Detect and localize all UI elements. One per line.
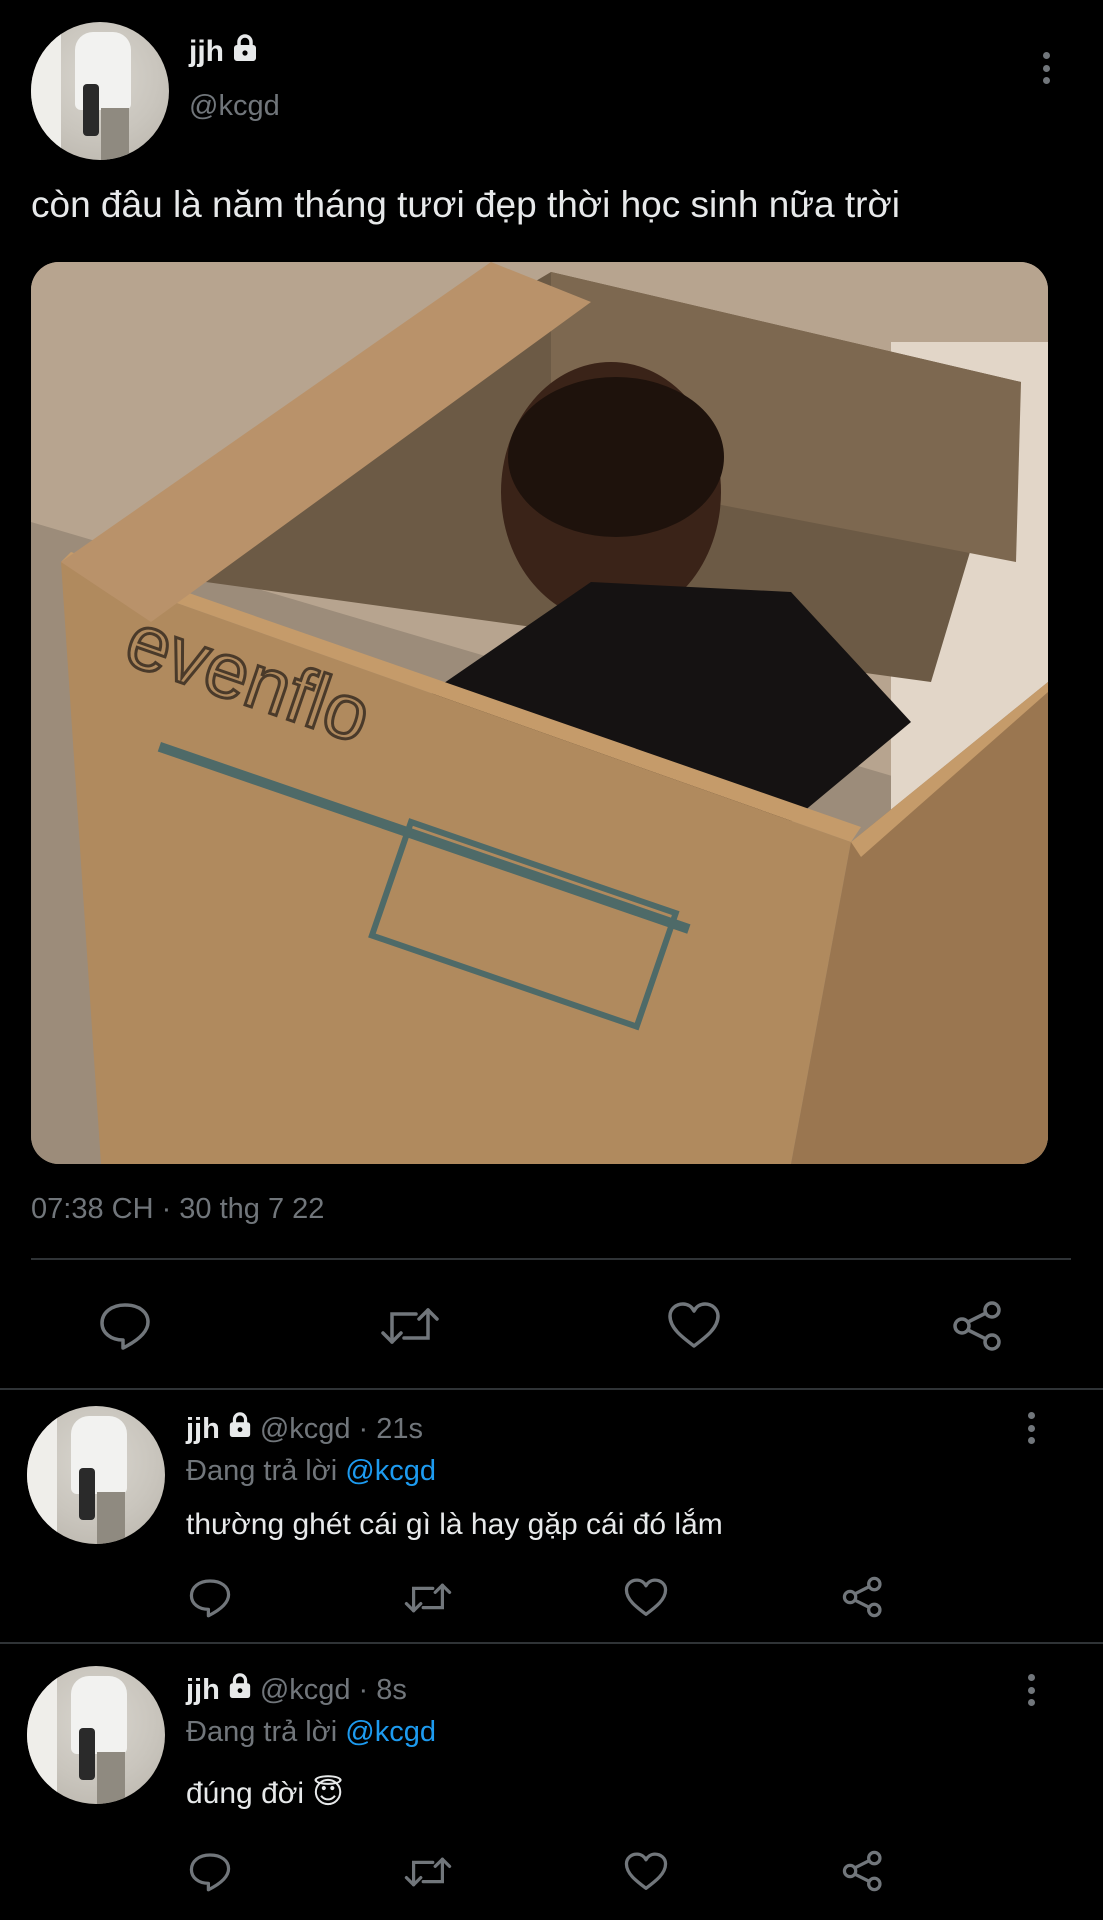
- reply-replying-to: Đang trả lời @kcgd: [186, 1455, 436, 1488]
- reply-reply-icon[interactable]: [189, 1852, 231, 1892]
- main-tweet-meta: 07:38 CH · 30 thg 7 22: [31, 1193, 325, 1225]
- reply-author-name[interactable]: jjh: [186, 1674, 220, 1707]
- reply-like-icon[interactable]: [624, 1852, 668, 1892]
- reply-like-icon[interactable]: [624, 1578, 668, 1618]
- reply-retweet-icon[interactable]: [404, 1578, 452, 1618]
- main-avatar[interactable]: [31, 22, 169, 160]
- replying-to-link[interactable]: @kcgd: [345, 1716, 436, 1748]
- lock-icon: [232, 34, 258, 70]
- main-more-icon[interactable]: [1041, 52, 1051, 84]
- main-author-name-row[interactable]: jjh: [189, 34, 258, 70]
- tweet-photo[interactable]: evenflo: [31, 262, 1048, 1164]
- reply-replying-to: Đang trả lời @kcgd: [186, 1716, 436, 1749]
- reply-retweet-icon[interactable]: [404, 1852, 452, 1892]
- reply-author-handle: @kcgd: [259, 1673, 351, 1706]
- lock-icon: [228, 1412, 252, 1446]
- reply-more-icon[interactable]: [1026, 1674, 1036, 1706]
- reply-reply-icon[interactable]: [189, 1578, 231, 1618]
- photo-illustration: evenflo: [31, 262, 1048, 1164]
- main-reply-icon[interactable]: [99, 1302, 151, 1350]
- reply-share-icon[interactable]: [842, 1850, 884, 1892]
- replying-prefix: Đang trả lời: [186, 1716, 338, 1748]
- replying-to-link[interactable]: @kcgd: [345, 1455, 436, 1487]
- reply-author-handle: @kcgd: [259, 1412, 351, 1445]
- reply-text: thường ghét cái gì là hay gặp cái đó lắm: [186, 1508, 723, 1541]
- main-author-handle: @kcgd: [189, 90, 280, 122]
- meta-divider: [31, 1258, 1071, 1260]
- main-share-icon[interactable]: [952, 1300, 1004, 1352]
- main-retweet-icon[interactable]: [380, 1302, 440, 1350]
- lock-icon: [228, 1673, 252, 1707]
- reply-text: đúng đời 😇: [186, 1777, 344, 1810]
- main-tweet-text: còn đâu là năm tháng tươi đẹp thời học s…: [31, 184, 900, 225]
- main-author-name: jjh: [189, 35, 224, 68]
- main-tweet-divider: [0, 1388, 1103, 1390]
- reply-share-icon[interactable]: [842, 1576, 884, 1618]
- main-like-icon[interactable]: [667, 1302, 721, 1350]
- reply-divider: [0, 1642, 1103, 1644]
- reply-time: · 8s: [358, 1673, 407, 1706]
- reply-author-name[interactable]: jjh: [186, 1413, 220, 1446]
- reply-header: jjh @kcgd · 8s: [186, 1673, 407, 1707]
- replying-prefix: Đang trả lời: [186, 1455, 338, 1487]
- reply-avatar[interactable]: [27, 1666, 165, 1804]
- reply-avatar[interactable]: [27, 1406, 165, 1544]
- reply-more-icon[interactable]: [1026, 1412, 1036, 1444]
- reply-header: jjh @kcgd · 21s: [186, 1412, 423, 1446]
- reply-time: · 21s: [358, 1412, 424, 1445]
